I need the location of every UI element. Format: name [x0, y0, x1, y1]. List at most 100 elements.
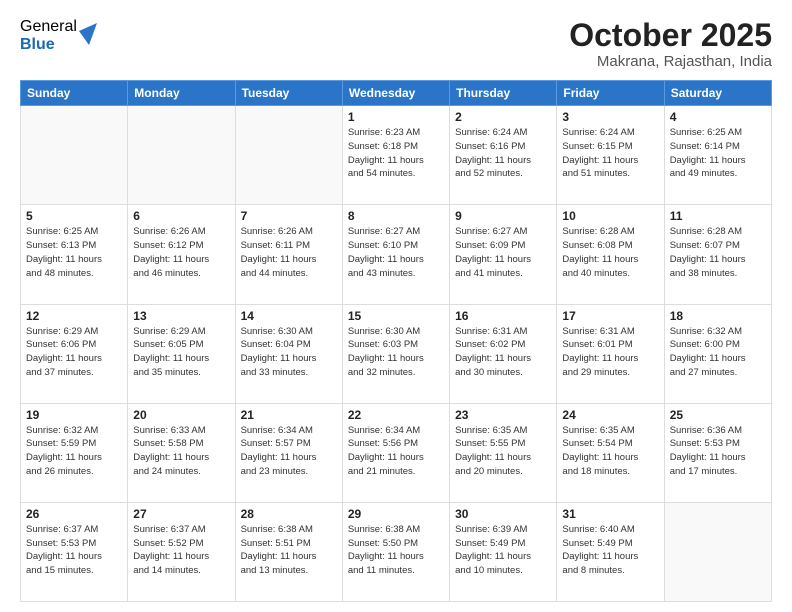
calendar-cell: 15 Sunrise: 6:30 AM Sunset: 6:03 PM Dayli… — [342, 304, 449, 403]
day-info: Sunrise: 6:29 AM Sunset: 6:06 PM Dayligh… — [26, 325, 122, 380]
day-number: 11 — [670, 209, 766, 223]
day-info: Sunrise: 6:29 AM Sunset: 6:05 PM Dayligh… — [133, 325, 229, 380]
calendar-table: SundayMondayTuesdayWednesdayThursdayFrid… — [20, 80, 772, 602]
day-info: Sunrise: 6:38 AM Sunset: 5:51 PM Dayligh… — [241, 523, 337, 578]
day-info: Sunrise: 6:28 AM Sunset: 6:07 PM Dayligh… — [670, 225, 766, 280]
calendar-cell: 21 Sunrise: 6:34 AM Sunset: 5:57 PM Dayli… — [235, 403, 342, 502]
day-number: 10 — [562, 209, 658, 223]
calendar-cell: 4Sunrise: 6:25 AM Sunset: 6:14 PM Daylig… — [664, 106, 771, 205]
logo-general: General — [20, 18, 77, 36]
calendar-cell: 18 Sunrise: 6:32 AM Sunset: 6:00 PM Dayli… — [664, 304, 771, 403]
day-info: Sunrise: 6:37 AM Sunset: 5:53 PM Dayligh… — [26, 523, 122, 578]
calendar-cell: 10 Sunrise: 6:28 AM Sunset: 6:08 PM Dayli… — [557, 205, 664, 304]
calendar-cell: 17 Sunrise: 6:31 AM Sunset: 6:01 PM Dayli… — [557, 304, 664, 403]
day-info: Sunrise: 6:24 AM Sunset: 6:16 PM Dayligh… — [455, 126, 551, 181]
calendar-cell: 28 Sunrise: 6:38 AM Sunset: 5:51 PM Dayli… — [235, 502, 342, 601]
title-block: October 2025 Makrana, Rajasthan, India — [569, 18, 772, 70]
day-info: Sunrise: 6:35 AM Sunset: 5:55 PM Dayligh… — [455, 424, 551, 479]
day-info: Sunrise: 6:31 AM Sunset: 6:02 PM Dayligh… — [455, 325, 551, 380]
weekday-header: Monday — [128, 81, 235, 106]
calendar-cell: 29Sunrise: 6:38 AM Sunset: 5:50 PM Dayli… — [342, 502, 449, 601]
day-info: Sunrise: 6:26 AM Sunset: 6:11 PM Dayligh… — [241, 225, 337, 280]
day-number: 4 — [670, 110, 766, 124]
day-number: 8 — [348, 209, 444, 223]
weekday-header: Thursday — [450, 81, 557, 106]
calendar-cell: 16 Sunrise: 6:31 AM Sunset: 6:02 PM Dayli… — [450, 304, 557, 403]
weekday-header: Friday — [557, 81, 664, 106]
calendar-week-row: 19Sunrise: 6:32 AM Sunset: 5:59 PM Dayli… — [21, 403, 772, 502]
day-info: Sunrise: 6:36 AM Sunset: 5:53 PM Dayligh… — [670, 424, 766, 479]
calendar-cell: 25 Sunrise: 6:36 AM Sunset: 5:53 PM Dayli… — [664, 403, 771, 502]
day-number: 19 — [26, 408, 122, 422]
weekday-header: Tuesday — [235, 81, 342, 106]
weekday-header: Sunday — [21, 81, 128, 106]
day-info: Sunrise: 6:31 AM Sunset: 6:01 PM Dayligh… — [562, 325, 658, 380]
day-number: 31 — [562, 507, 658, 521]
day-info: Sunrise: 6:27 AM Sunset: 6:09 PM Dayligh… — [455, 225, 551, 280]
calendar-cell: 22Sunrise: 6:34 AM Sunset: 5:56 PM Dayli… — [342, 403, 449, 502]
day-number: 9 — [455, 209, 551, 223]
calendar-week-row: 1Sunrise: 6:23 AM Sunset: 6:18 PM Daylig… — [21, 106, 772, 205]
calendar-cell: 24Sunrise: 6:35 AM Sunset: 5:54 PM Dayli… — [557, 403, 664, 502]
day-info: Sunrise: 6:30 AM Sunset: 6:03 PM Dayligh… — [348, 325, 444, 380]
day-number: 1 — [348, 110, 444, 124]
calendar-cell — [235, 106, 342, 205]
calendar-cell: 26Sunrise: 6:37 AM Sunset: 5:53 PM Dayli… — [21, 502, 128, 601]
day-number: 6 — [133, 209, 229, 223]
day-info: Sunrise: 6:27 AM Sunset: 6:10 PM Dayligh… — [348, 225, 444, 280]
calendar-cell: 8 Sunrise: 6:27 AM Sunset: 6:10 PM Daylig… — [342, 205, 449, 304]
calendar-cell: 2Sunrise: 6:24 AM Sunset: 6:16 PM Daylig… — [450, 106, 557, 205]
weekday-header: Saturday — [664, 81, 771, 106]
calendar-week-row: 5 Sunrise: 6:25 AM Sunset: 6:13 PM Daylig… — [21, 205, 772, 304]
day-info: Sunrise: 6:34 AM Sunset: 5:57 PM Dayligh… — [241, 424, 337, 479]
calendar-cell: 1Sunrise: 6:23 AM Sunset: 6:18 PM Daylig… — [342, 106, 449, 205]
day-number: 15 — [348, 309, 444, 323]
month-title: October 2025 — [569, 18, 772, 53]
day-number: 18 — [670, 309, 766, 323]
day-info: Sunrise: 6:28 AM Sunset: 6:08 PM Dayligh… — [562, 225, 658, 280]
calendar-cell: 9 Sunrise: 6:27 AM Sunset: 6:09 PM Daylig… — [450, 205, 557, 304]
calendar-cell — [664, 502, 771, 601]
logo-blue: Blue — [20, 36, 77, 54]
calendar-cell: 27 Sunrise: 6:37 AM Sunset: 5:52 PM Dayli… — [128, 502, 235, 601]
logo: General Blue — [20, 18, 97, 53]
weekday-header: Wednesday — [342, 81, 449, 106]
day-number: 5 — [26, 209, 122, 223]
day-info: Sunrise: 6:32 AM Sunset: 6:00 PM Dayligh… — [670, 325, 766, 380]
day-number: 27 — [133, 507, 229, 521]
calendar-cell: 14 Sunrise: 6:30 AM Sunset: 6:04 PM Dayli… — [235, 304, 342, 403]
day-number: 14 — [241, 309, 337, 323]
day-number: 21 — [241, 408, 337, 422]
logo-bird-icon — [79, 23, 97, 45]
day-number: 29 — [348, 507, 444, 521]
day-info: Sunrise: 6:30 AM Sunset: 6:04 PM Dayligh… — [241, 325, 337, 380]
calendar-week-row: 12 Sunrise: 6:29 AM Sunset: 6:06 PM Dayli… — [21, 304, 772, 403]
day-info: Sunrise: 6:25 AM Sunset: 6:13 PM Dayligh… — [26, 225, 122, 280]
day-number: 17 — [562, 309, 658, 323]
calendar-cell: 12 Sunrise: 6:29 AM Sunset: 6:06 PM Dayli… — [21, 304, 128, 403]
day-info: Sunrise: 6:24 AM Sunset: 6:15 PM Dayligh… — [562, 126, 658, 181]
day-number: 30 — [455, 507, 551, 521]
day-info: Sunrise: 6:37 AM Sunset: 5:52 PM Dayligh… — [133, 523, 229, 578]
day-info: Sunrise: 6:26 AM Sunset: 6:12 PM Dayligh… — [133, 225, 229, 280]
calendar-cell — [21, 106, 128, 205]
day-number: 25 — [670, 408, 766, 422]
calendar-cell: 3Sunrise: 6:24 AM Sunset: 6:15 PM Daylig… — [557, 106, 664, 205]
day-number: 28 — [241, 507, 337, 521]
day-number: 22 — [348, 408, 444, 422]
day-number: 16 — [455, 309, 551, 323]
day-number: 24 — [562, 408, 658, 422]
page: General Blue October 2025 Makrana, Rajas… — [0, 0, 792, 612]
day-number: 13 — [133, 309, 229, 323]
day-number: 12 — [26, 309, 122, 323]
calendar-cell: 5 Sunrise: 6:25 AM Sunset: 6:13 PM Daylig… — [21, 205, 128, 304]
calendar-cell: 11 Sunrise: 6:28 AM Sunset: 6:07 PM Dayli… — [664, 205, 771, 304]
calendar-cell: 6 Sunrise: 6:26 AM Sunset: 6:12 PM Daylig… — [128, 205, 235, 304]
calendar-cell: 13 Sunrise: 6:29 AM Sunset: 6:05 PM Dayli… — [128, 304, 235, 403]
calendar-cell: 7 Sunrise: 6:26 AM Sunset: 6:11 PM Daylig… — [235, 205, 342, 304]
calendar-cell: 23Sunrise: 6:35 AM Sunset: 5:55 PM Dayli… — [450, 403, 557, 502]
day-info: Sunrise: 6:39 AM Sunset: 5:49 PM Dayligh… — [455, 523, 551, 578]
day-info: Sunrise: 6:40 AM Sunset: 5:49 PM Dayligh… — [562, 523, 658, 578]
day-number: 7 — [241, 209, 337, 223]
calendar-cell: 31 Sunrise: 6:40 AM Sunset: 5:49 PM Dayli… — [557, 502, 664, 601]
